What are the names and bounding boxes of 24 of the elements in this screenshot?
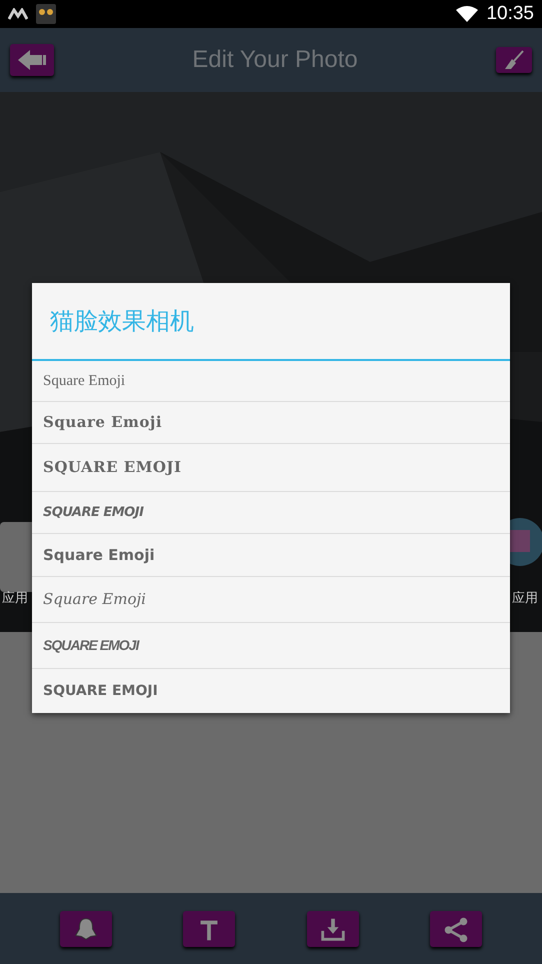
app-label: 应用: [512, 589, 538, 607]
font-option[interactable]: SQUARE EMOJI: [32, 623, 510, 669]
brush-icon: [503, 50, 525, 70]
clear-button[interactable]: [496, 47, 532, 73]
share-button[interactable]: [430, 910, 482, 946]
dialog-title: 猫脸效果相机: [32, 283, 510, 361]
notification-icon: [8, 8, 28, 20]
app-label: 应用: [2, 589, 28, 607]
clock-time: 10:35: [486, 2, 534, 26]
wifi-icon: [456, 6, 478, 22]
font-option[interactable]: SQUARE EMOJI: [32, 444, 510, 492]
back-arrow-icon: [16, 49, 48, 71]
font-option[interactable]: SQUARE EMOJI: [32, 492, 510, 534]
font-option[interactable]: Square Emoji: [32, 402, 510, 444]
save-button[interactable]: [306, 910, 359, 946]
font-option[interactable]: Square Emoji: [32, 534, 510, 577]
font-option[interactable]: SQUARE EMOJI: [32, 669, 510, 713]
sticker-button[interactable]: [60, 910, 112, 946]
cat-app-icon: [36, 4, 56, 24]
back-button[interactable]: [10, 44, 54, 76]
font-option[interactable]: Square Emoji: [32, 361, 510, 402]
font-option[interactable]: Square Emoji: [32, 577, 510, 623]
text-button[interactable]: [183, 910, 236, 946]
screen-title: Edit Your Photo: [192, 45, 358, 75]
